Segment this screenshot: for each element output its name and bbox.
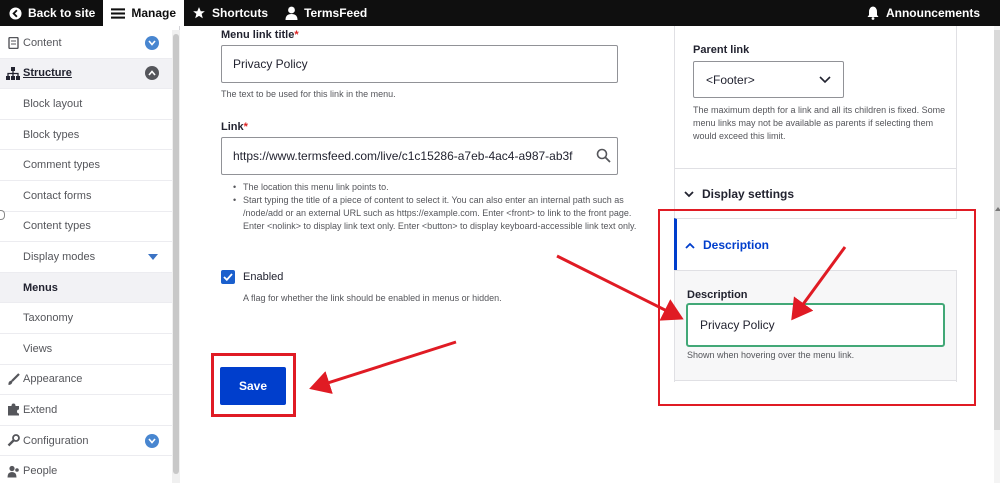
shortcuts-tab[interactable]: Shortcuts: [184, 0, 276, 26]
checkmark-icon: [223, 273, 233, 281]
arrow-to-save: [309, 340, 457, 394]
scroll-arrow-icon[interactable]: [995, 207, 1000, 211]
chevron-down-icon[interactable]: [145, 35, 159, 50]
parent-link-label: Parent link: [693, 44, 750, 56]
sidebar-item-appearance[interactable]: Appearance: [0, 365, 179, 396]
link-description-item: The location this menu link points to.: [229, 181, 654, 194]
hamburger-icon: [111, 6, 126, 20]
sidebar-item-views[interactable]: Views: [0, 334, 179, 365]
admin-toolbar: Back to site Manage Shortcuts TermsFeed …: [0, 0, 1000, 26]
link-input[interactable]: https://www.termsfeed.com/live/c1c15286-…: [221, 137, 618, 175]
puzzle-icon: [6, 403, 20, 417]
sidebar-item-label: Views: [23, 342, 53, 355]
back-to-site-link[interactable]: Back to site: [0, 0, 103, 26]
announcements-tab[interactable]: Announcements: [858, 0, 1000, 26]
required-marker: *: [243, 121, 248, 133]
sidebar-item-block-layout[interactable]: Block layout: [0, 89, 179, 120]
content-icon: [6, 36, 20, 50]
chevron-down-icon: [819, 73, 831, 87]
save-highlight-box: [211, 353, 296, 417]
sidebar-item-label: People: [23, 465, 58, 478]
caret-down-icon[interactable]: [148, 253, 158, 260]
bell-icon: [866, 6, 880, 20]
user-label: TermsFeed: [304, 6, 368, 20]
sidebar-item-label: Appearance: [23, 373, 83, 386]
chevron-down-icon[interactable]: [145, 433, 159, 448]
enabled-description: A flag for whether the link should be en…: [243, 293, 502, 303]
sidebar-item-people[interactable]: People: [0, 456, 179, 483]
user-icon: [284, 6, 298, 20]
sidebar-item-label: Block layout: [23, 97, 83, 110]
sidebar-item-label: Block types: [23, 128, 80, 141]
chevron-down-icon: [684, 187, 694, 201]
search-icon: [596, 148, 611, 166]
sidebar-item-label: Structure: [23, 67, 72, 80]
parent-link-value: <Footer>: [706, 72, 755, 87]
structure-icon: [6, 66, 20, 80]
sidebar-item-label: Configuration: [23, 434, 89, 447]
sidebar-item-contact-forms[interactable]: Contact forms: [0, 181, 179, 212]
display-settings-label: Display settings: [702, 186, 795, 201]
sidebar-item-label: Content: [23, 36, 62, 49]
sidebar-item-label: Comment types: [23, 159, 101, 172]
sidebar-item-configuration[interactable]: Configuration: [0, 426, 179, 457]
sidebar-item-taxonomy[interactable]: Taxonomy: [0, 303, 179, 334]
sidebar-scrollbar-thumb[interactable]: [173, 34, 179, 474]
sidebar-item-block-types[interactable]: Block types: [0, 120, 179, 151]
sidebar-item-content[interactable]: Content: [0, 28, 179, 59]
shortcuts-label: Shortcuts: [212, 6, 269, 20]
user-tab[interactable]: TermsFeed: [276, 0, 375, 26]
announcements-label: Announcements: [885, 6, 980, 20]
enabled-checkbox[interactable]: [221, 270, 235, 284]
link-description-list: The location this menu link points to. S…: [229, 181, 654, 233]
sidebar-item-label: Contact forms: [23, 189, 92, 202]
sidebar-item-comment-types[interactable]: Comment types: [0, 150, 179, 181]
parent-link-description: The maximum depth for a link and all its…: [693, 105, 946, 141]
sidebar-item-structure[interactable]: Structure: [0, 58, 179, 90]
description-highlight-box: [658, 209, 976, 406]
sidebar-item-label: Taxonomy: [23, 312, 74, 325]
page-scrollbar-thumb[interactable]: [994, 30, 1000, 430]
menu-link-title-label: Menu link title*: [221, 29, 299, 41]
link-description-item: Start typing the title of a piece of con…: [229, 194, 654, 233]
enabled-label[interactable]: Enabled: [243, 271, 283, 283]
required-marker: *: [294, 29, 299, 41]
wrench-icon: [6, 434, 20, 448]
link-input-value: https://www.termsfeed.com/live/c1c15286-…: [233, 149, 573, 163]
manage-label: Manage: [131, 6, 177, 20]
menu-link-title-description: The text to be used for this link in the…: [221, 89, 396, 99]
sidebar-item-label: Display modes: [23, 250, 96, 263]
sidebar-item-label: Extend: [23, 403, 58, 416]
back-arrow-icon: [8, 6, 22, 20]
sidebar-item-display-modes[interactable]: Display modes: [0, 242, 179, 273]
admin-sidebar: Content Structure Block layout Block typ…: [0, 26, 180, 483]
star-icon: [192, 6, 206, 20]
back-to-site-label: Back to site: [28, 6, 96, 20]
menu-link-title-input[interactable]: Privacy Policy: [221, 45, 618, 83]
sidebar-item-label: Content types: [23, 220, 91, 233]
sidebar-item-label: Menus: [23, 281, 58, 294]
sidebar-item-content-types[interactable]: Content types: [0, 212, 179, 243]
manage-tab[interactable]: Manage: [103, 0, 185, 26]
paintbrush-icon: [6, 372, 20, 386]
chevron-up-icon[interactable]: [145, 66, 159, 81]
sidebar-item-menus[interactable]: Menus: [0, 272, 179, 304]
people-icon: [6, 464, 20, 478]
sidebar-item-extend[interactable]: Extend: [0, 395, 179, 426]
parent-link-select[interactable]: <Footer>: [693, 61, 844, 98]
link-label: Link*: [221, 121, 248, 133]
